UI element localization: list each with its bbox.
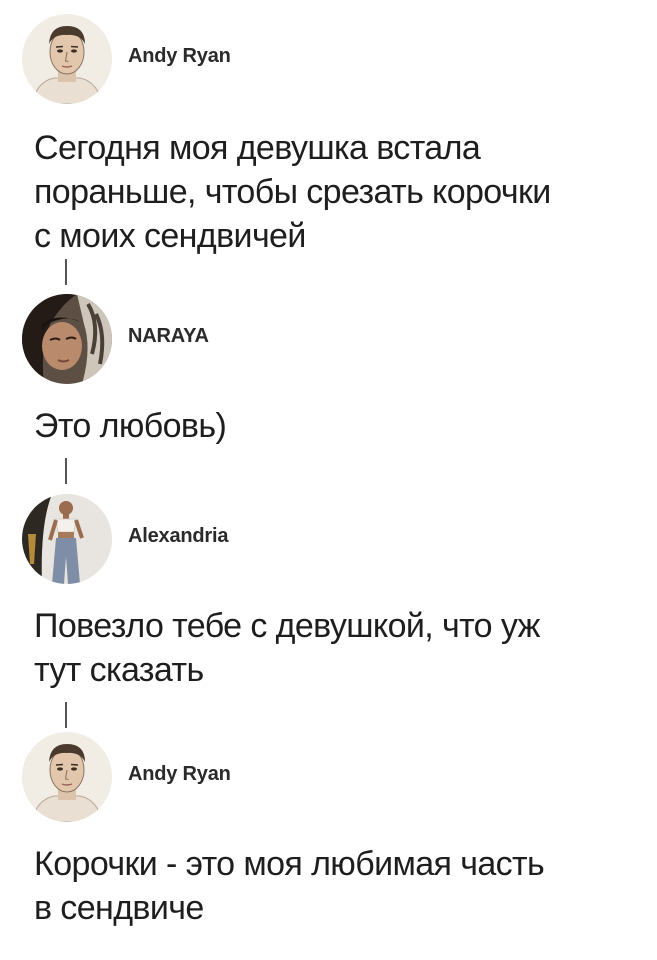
post-text-line: тут сказать [34, 651, 204, 689]
author-name[interactable]: NARAYA [128, 325, 209, 348]
post-text: Корочки - это моя любимая часть в сендви… [34, 842, 634, 930]
post-text-line: в сендвиче [34, 889, 204, 927]
author-name[interactable]: Andy Ryan [128, 763, 231, 786]
post-header: Andy Ryan [22, 732, 622, 822]
thread-connector-line [65, 259, 67, 285]
man-portrait-avatar-icon [22, 14, 112, 104]
author-name[interactable]: Andy Ryan [128, 45, 231, 68]
avatar[interactable] [22, 732, 112, 822]
post-text-line: с моих сендвичей [34, 217, 306, 255]
avatar[interactable] [22, 294, 112, 384]
comment-thread: Andy Ryan Сегодня моя девушка встала пор… [0, 0, 657, 960]
post-text: Повезло тебе с девушкой, что уж тут сказ… [34, 604, 634, 692]
post-text-line: Повезло тебе с девушкой, что уж [34, 607, 540, 645]
woman-standing-avatar-icon [22, 494, 112, 584]
post-text-line: пораньше, чтобы срезать корочки [34, 173, 551, 211]
post-text-line: Сегодня моя девушка встала [34, 129, 481, 167]
woman-selfie-avatar-icon [22, 294, 112, 384]
avatar[interactable] [22, 494, 112, 584]
man-portrait-avatar-icon [22, 732, 112, 822]
post-header: Alexandria [22, 494, 622, 584]
post-text-line: Корочки - это моя любимая часть [34, 845, 545, 883]
post-text: Сегодня моя девушка встала пораньше, что… [34, 126, 634, 258]
author-name[interactable]: Alexandria [128, 525, 228, 548]
thread-connector-line [65, 458, 67, 484]
post-header: Andy Ryan [22, 14, 622, 104]
post-text: Это любовь) [34, 404, 634, 448]
post-header: NARAYA [22, 294, 622, 384]
thread-connector-line [65, 702, 67, 728]
avatar[interactable] [22, 14, 112, 104]
post-text-line: Это любовь) [34, 407, 227, 445]
